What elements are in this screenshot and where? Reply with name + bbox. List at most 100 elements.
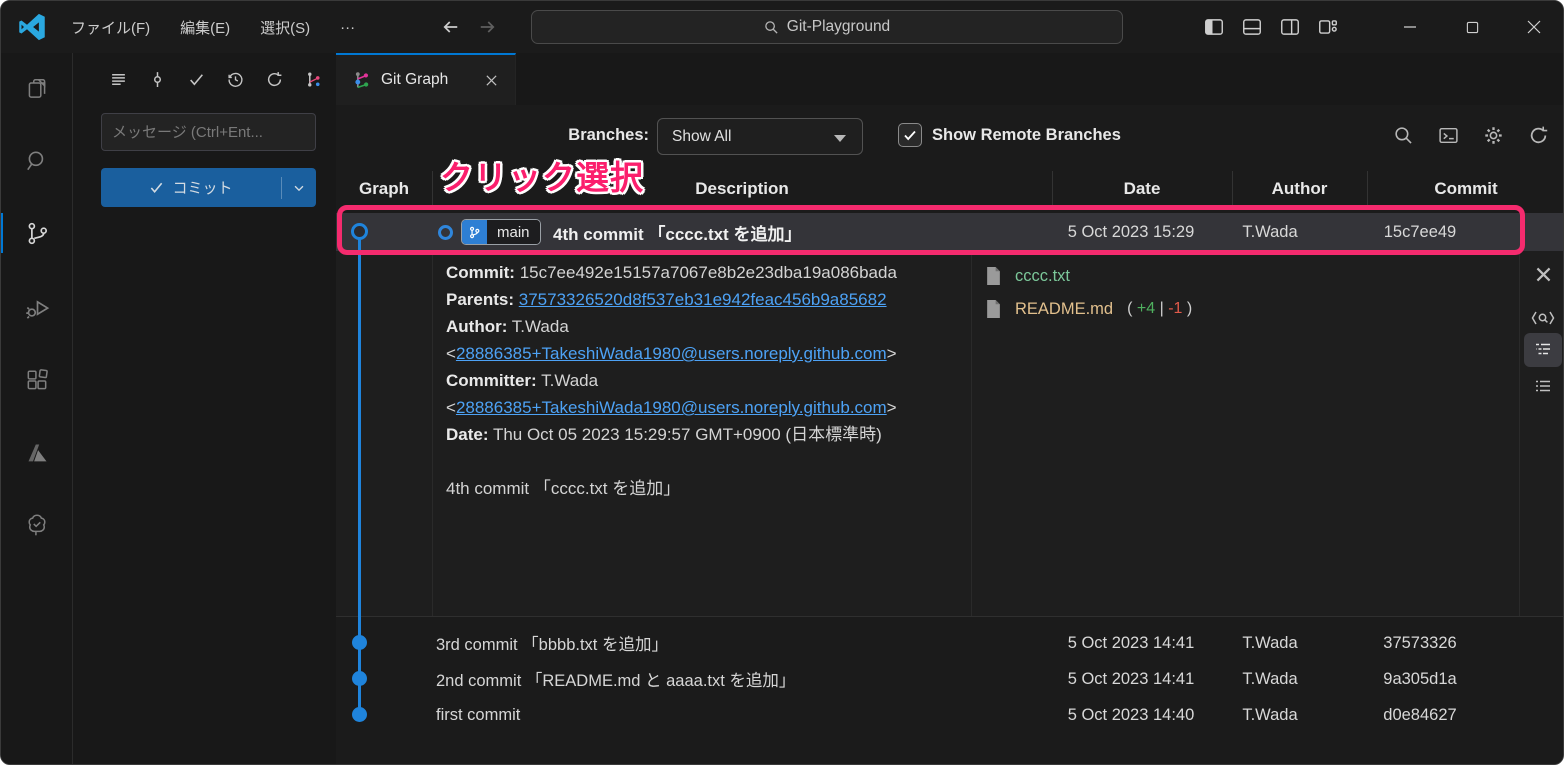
source-control-panel: コミット [73, 53, 336, 765]
explorer-icon[interactable] [1, 65, 73, 113]
commit-node[interactable] [352, 707, 367, 722]
header-author[interactable]: Author [1232, 165, 1367, 213]
tab-close-icon[interactable] [479, 68, 503, 92]
history-nav [441, 1, 497, 53]
header-date[interactable]: Date [1052, 165, 1232, 213]
branch-icon [462, 220, 487, 244]
panel-divider [432, 251, 433, 616]
find-icon[interactable] [1393, 125, 1414, 146]
search-value: Git-Playground [787, 18, 890, 36]
menu-selection[interactable]: 選択(S) [248, 12, 322, 43]
view-as-list-icon[interactable] [110, 71, 127, 88]
close-button[interactable] [1503, 1, 1564, 53]
commit-node[interactable] [352, 671, 367, 686]
layout-sidebar-left-icon[interactable] [1203, 16, 1225, 38]
file-name: cccc.txt [1015, 267, 1070, 286]
commit-hash: 37573326 [1354, 625, 1486, 661]
tab-git-graph[interactable]: Git Graph [336, 53, 516, 105]
close-details-icon[interactable] [1524, 257, 1562, 291]
detail-author-line: Author: T.Wada [446, 313, 897, 340]
todo-tree-icon[interactable] [1, 501, 73, 549]
maximize-button[interactable] [1441, 1, 1503, 53]
forward-arrow-icon[interactable] [477, 17, 497, 37]
commit-row-selected[interactable]: main 4th commit 「cccc.txt を追加」 5 Oct 202… [336, 213, 1564, 251]
command-center-search[interactable]: Git-Playground [531, 10, 1123, 44]
commit-message-input[interactable] [101, 113, 316, 151]
branches-dropdown-value: Show All [672, 128, 731, 146]
show-remote-checkbox[interactable] [898, 123, 922, 147]
commit-full-hash: 15c7ee492e15157a7067e8b2e23dba19a086bada [520, 263, 897, 282]
column-divider [432, 171, 433, 207]
header-graph[interactable]: Graph [336, 165, 432, 213]
activity-bar [1, 53, 73, 765]
commit-node-selected[interactable] [351, 223, 368, 240]
committer-email-link[interactable]: 28886385+TakeshiWada1980@users.noreply.g… [456, 398, 887, 417]
scm-toolbar [73, 61, 328, 97]
author-email-link[interactable]: 28886385+TakeshiWada1980@users.noreply.g… [456, 344, 887, 363]
date-label: Date: [446, 425, 489, 444]
vscode-window: ファイル(F) 編集(E) 選択(S) ··· Git-Playground [0, 0, 1564, 765]
file-row-readme[interactable]: README.md ( +4 | -1 ) [986, 294, 1192, 324]
terminal-icon[interactable] [1438, 125, 1459, 146]
back-arrow-icon[interactable] [441, 17, 461, 37]
check-icon [149, 180, 164, 195]
column-divider [1232, 171, 1233, 207]
menu-edit[interactable]: 編集(E) [168, 12, 242, 43]
detail-date-line: Date: Thu Oct 05 2023 15:29:57 GMT+0900 … [446, 421, 897, 448]
commit-node-icon[interactable] [149, 71, 166, 88]
search-view-icon[interactable] [1, 137, 73, 185]
source-control-icon[interactable] [1, 209, 73, 257]
refresh-icon[interactable] [266, 71, 283, 88]
commit-hash: d0e84627 [1354, 697, 1486, 733]
branch-label-main[interactable]: main [461, 219, 541, 245]
branches-dropdown[interactable]: Show All [657, 118, 863, 155]
parent-hash-link[interactable]: 37573326520d8f537eb31e942feac456b9a85682 [519, 290, 887, 309]
gear-icon[interactable] [1483, 125, 1504, 146]
customize-layout-icon[interactable] [1317, 16, 1339, 38]
angle-close: > [887, 344, 897, 363]
check-icon[interactable] [188, 71, 205, 88]
commit-row[interactable]: first commit 5 Oct 2023 14:40 T.Wada d0e… [336, 697, 1564, 733]
file-row-cccc[interactable]: cccc.txt [986, 261, 1070, 291]
detail-parents-line: Parents: 37573326520d8f537eb31e942feac45… [446, 286, 897, 313]
author-label: Author: [446, 317, 507, 336]
file-tree-view-icon[interactable] [1524, 333, 1562, 367]
commit-node[interactable] [352, 635, 367, 650]
checkmark-icon [902, 127, 918, 143]
panel-divider [1519, 251, 1520, 616]
commit-button-main[interactable]: コミット [101, 168, 281, 207]
commit-details-text: Commit: 15c7ee492e15157a7067e8b2e23dba19… [446, 259, 897, 502]
layout-sidebar-right-icon[interactable] [1279, 16, 1301, 38]
column-divider [1052, 171, 1053, 207]
layout-controls [1203, 1, 1339, 53]
azure-icon[interactable] [1, 429, 73, 477]
header-commit[interactable]: Commit [1367, 165, 1564, 213]
file-list-view-icon[interactable] [1524, 370, 1562, 404]
code-search-icon[interactable] [1524, 301, 1562, 335]
panel-divider [971, 251, 972, 616]
file-changes: ( +4 | -1 ) [1127, 300, 1192, 318]
run-debug-icon[interactable] [1, 283, 73, 331]
commit-row[interactable]: 3rd commit 「bbbb.txt を追加」 5 Oct 2023 14:… [336, 625, 1564, 661]
refresh-icon[interactable] [1528, 125, 1549, 146]
extensions-icon[interactable] [1, 357, 73, 405]
history-icon[interactable] [227, 71, 244, 88]
commit-dropdown-button[interactable] [282, 168, 316, 207]
layout-panel-icon[interactable] [1241, 16, 1263, 38]
commit-message: first commit [436, 697, 520, 733]
document-icon [986, 267, 1001, 285]
commit-body-message: 4th commit 「cccc.txt を追加」 [446, 475, 897, 502]
menu-more[interactable]: ··· [328, 14, 367, 41]
angle-open: < [446, 344, 456, 363]
commit-button[interactable]: コミット [101, 168, 316, 207]
menu-file[interactable]: ファイル(F) [59, 12, 162, 43]
angle-close: > [887, 398, 897, 417]
commit-date: 5 Oct 2023 15:29 [1026, 213, 1236, 251]
editor-area: Git Graph Branches: Show All Show Remote… [336, 53, 1564, 765]
git-graph-view-icon[interactable] [305, 71, 322, 88]
vscode-logo-icon[interactable] [17, 12, 47, 42]
commit-row[interactable]: 2nd commit 「README.md と aaaa.txt を追加」 5 … [336, 661, 1564, 697]
commit-date: 5 Oct 2023 14:41 [1026, 661, 1236, 697]
minimize-button[interactable] [1379, 1, 1441, 53]
column-divider [1367, 171, 1368, 207]
